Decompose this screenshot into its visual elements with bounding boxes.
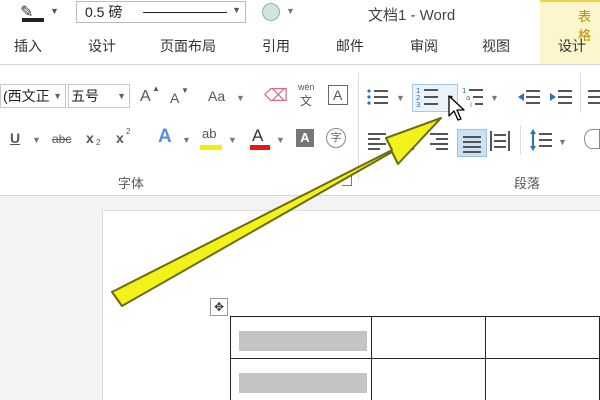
group-separator <box>580 73 581 113</box>
table-cell[interactable] <box>371 316 486 359</box>
chevron-down-icon[interactable]: ▼ <box>276 135 285 145</box>
grow-font-button[interactable]: A <box>140 89 151 105</box>
justify-button[interactable] <box>457 129 487 157</box>
document-table[interactable] <box>230 316 600 400</box>
ribbon: (西文正 ▼ 五号 ▼ A ▲ A ▼ Aa ▼ ⌫ wén 文 A U ▼ a… <box>0 64 600 196</box>
paragraph-group-label: 段落 <box>514 176 541 191</box>
font-name-select[interactable]: (西文正 ▼ <box>0 84 66 108</box>
table-cell[interactable] <box>230 358 372 400</box>
chevron-down-icon[interactable]: ▼ <box>32 135 41 145</box>
svg-text:3: 3 <box>416 101 420 109</box>
character-border-button[interactable]: A <box>328 85 348 105</box>
line-weight-preview <box>143 12 227 13</box>
chevron-down-icon[interactable]: ▼ <box>286 6 295 16</box>
subscript-mark: 2 <box>96 138 101 147</box>
tab-insert[interactable]: 插入 <box>14 36 42 56</box>
tab-table-design[interactable]: 设计 <box>558 36 586 56</box>
eraser-icon[interactable]: ⌫ <box>264 87 288 104</box>
bullets-icon[interactable] <box>366 87 390 107</box>
superscript-button[interactable]: x <box>116 131 124 145</box>
group-separator <box>520 125 521 155</box>
ribbon-tabs: 插入 设计 页面布局 引用 邮件 审阅 视图 设计 <box>0 32 600 60</box>
chevron-down-icon[interactable]: ▼ <box>50 6 59 16</box>
table-row <box>230 358 600 400</box>
change-case-button[interactable]: Aa <box>208 89 225 103</box>
pen-color-bar <box>22 18 44 22</box>
chevron-down-icon[interactable]: ▼ <box>228 135 237 145</box>
tab-view[interactable]: 视图 <box>482 36 510 56</box>
font-size-select[interactable]: 五号 ▼ <box>68 84 130 108</box>
align-center-icon[interactable] <box>398 131 420 151</box>
font-size-value: 五号 <box>71 88 99 104</box>
table-cell[interactable] <box>230 316 372 359</box>
table-cell[interactable] <box>484 358 600 400</box>
numbering-icon[interactable]: 1 2 3 <box>416 85 440 109</box>
svg-text:i: i <box>470 101 472 109</box>
dialog-launcher-icon[interactable] <box>342 176 352 186</box>
align-left-icon[interactable] <box>368 131 390 151</box>
chevron-down-icon[interactable]: ▼ <box>117 85 126 107</box>
table-cell[interactable] <box>371 358 486 400</box>
line-weight-select[interactable]: 0.5 磅 ▼ <box>76 1 246 23</box>
cell-shading <box>239 372 367 393</box>
shading-icon[interactable] <box>584 129 600 149</box>
phonetic-guide-top: wén <box>298 82 315 92</box>
font-group-label: 字体 <box>118 176 145 191</box>
highlight-color-bar <box>200 145 222 150</box>
justify-icon <box>463 136 481 153</box>
group-separator <box>358 73 359 181</box>
chevron-down-icon[interactable]: ▼ <box>236 93 245 103</box>
shrink-font-button[interactable]: A <box>170 91 179 105</box>
superscript-mark: 2 <box>126 127 131 136</box>
line-spacing-icon[interactable] <box>530 129 554 151</box>
tab-page-layout[interactable]: 页面布局 <box>160 36 216 56</box>
chevron-down-icon[interactable]: ▼ <box>490 93 499 103</box>
tab-references[interactable]: 引用 <box>262 36 290 56</box>
phonetic-guide-button[interactable]: 文 <box>300 95 312 107</box>
decrease-indent-icon[interactable] <box>518 87 542 107</box>
text-effects-button[interactable]: A <box>158 127 172 146</box>
highlight-button[interactable]: ab <box>202 127 216 140</box>
table-row <box>230 316 600 359</box>
strikethrough-button[interactable]: abc <box>52 133 71 145</box>
font-name-value: (西文正 <box>3 88 50 104</box>
font-color-bar <box>250 145 270 150</box>
chinese-layout-icon[interactable] <box>588 87 600 107</box>
character-shading-button[interactable]: A <box>296 129 314 147</box>
table-move-handle[interactable]: ✥ <box>210 298 228 316</box>
mouse-cursor-icon <box>448 95 465 121</box>
underline-button[interactable]: U <box>10 131 20 145</box>
character-border-letter: A <box>333 87 343 103</box>
chevron-down-icon[interactable]: ▼ <box>53 85 62 107</box>
subscript-button[interactable]: x <box>86 131 94 145</box>
chevron-down-icon[interactable]: ▼ <box>396 93 405 103</box>
cell-shading <box>239 330 367 351</box>
line-weight-value: 0.5 磅 <box>85 4 123 20</box>
pen-style-circle-button[interactable] <box>262 3 280 21</box>
tab-review[interactable]: 审阅 <box>410 36 438 56</box>
font-color-button[interactable]: A <box>252 127 263 144</box>
table-cell[interactable] <box>484 316 600 359</box>
tab-mailings[interactable]: 邮件 <box>336 36 364 56</box>
title-bar: ✎ ▼ 0.5 磅 ▼ ▼ 文档1 - Word <box>0 0 600 26</box>
chevron-down-icon[interactable]: ▼ <box>558 137 567 147</box>
grow-caret-icon: ▲ <box>152 84 160 93</box>
chevron-down-icon[interactable]: ▼ <box>182 135 191 145</box>
shrink-caret-icon: ▼ <box>181 86 189 95</box>
enclosed-characters-button[interactable]: 字 <box>326 128 346 148</box>
tab-design[interactable]: 设计 <box>88 36 116 56</box>
pen-color-button[interactable]: ✎ ▼ <box>20 2 66 24</box>
align-right-icon[interactable] <box>428 131 450 151</box>
document-title: 文档1 - Word <box>368 7 456 24</box>
chevron-down-icon[interactable]: ▼ <box>232 5 241 15</box>
increase-indent-icon[interactable] <box>550 87 574 107</box>
distributed-icon[interactable] <box>490 131 512 151</box>
